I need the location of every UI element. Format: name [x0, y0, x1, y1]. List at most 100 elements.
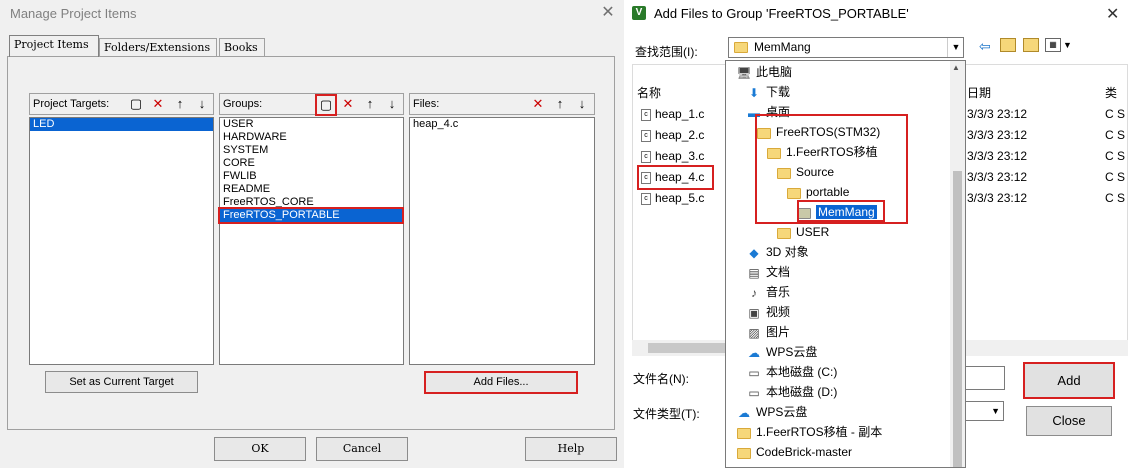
close-icon[interactable]: ✕	[598, 2, 618, 24]
add-button[interactable]: Add	[1023, 362, 1115, 399]
file-row[interactable]: c heap_1.c	[641, 107, 704, 121]
file-date: 3/3/3 23:12	[967, 128, 1028, 142]
file-type: C S	[1105, 107, 1126, 121]
tree-item-label: 文档	[766, 265, 791, 279]
new-group-icon[interactable]: ▢	[315, 94, 337, 116]
files-list[interactable]: heap_4.c	[409, 117, 595, 365]
tree-item[interactable]: ⬇ 下载	[746, 82, 790, 102]
close-icon[interactable]: ✕	[1106, 4, 1119, 24]
files-label: Files:	[413, 98, 440, 110]
project-targets-list[interactable]: LED	[29, 117, 214, 365]
look-in-combobox[interactable]: MemMang ▼	[728, 37, 964, 58]
move-up-icon[interactable]: ↑	[361, 95, 379, 113]
tree-item[interactable]: ☁ WPS云盘	[736, 402, 807, 422]
tree-item[interactable]: ☁ WPS云盘	[746, 342, 817, 362]
look-in-label: 查找范围(I):	[635, 45, 698, 59]
file-row[interactable]: c heap_3.c	[641, 149, 704, 163]
new-target-icon[interactable]: ▢	[127, 95, 145, 113]
list-item[interactable]: README	[220, 183, 403, 196]
filetype-select[interactable]: ▼	[964, 401, 1004, 421]
column-header-date[interactable]: 日期	[967, 84, 991, 101]
file-type: C S	[1105, 149, 1126, 163]
drive-icon: ▭	[748, 365, 760, 380]
drive-icon: ▭	[748, 385, 760, 400]
heap4-highlight	[637, 165, 714, 190]
column-header-name[interactable]: 名称	[637, 84, 661, 101]
tree-item[interactable]: ♪ 音乐	[746, 282, 790, 302]
tab-project-items[interactable]: Project Items	[9, 35, 99, 57]
ok-button[interactable]: OK	[214, 437, 306, 461]
move-up-icon[interactable]: ↑	[551, 95, 569, 113]
tree-item-label: CodeBrick-master	[756, 445, 853, 459]
move-down-icon[interactable]: ↓	[573, 95, 591, 113]
tree-item-label: 此电脑	[756, 65, 793, 79]
tree-item-label: WPS云盘	[756, 405, 808, 419]
3d-objects-icon: ◆	[749, 245, 759, 260]
filename-label: 文件名(N):	[633, 372, 689, 386]
scroll-up-icon[interactable]: ▲	[952, 63, 960, 72]
dialog-title: Manage Project Items	[10, 6, 137, 21]
c-file-icon: c	[641, 150, 651, 163]
tree-item-label: USER	[796, 225, 830, 239]
cancel-button[interactable]: Cancel	[316, 437, 408, 461]
tree-item-label: 本地磁盘 (D:)	[766, 385, 838, 399]
c-file-icon: c	[641, 192, 651, 205]
view-dropdown-icon[interactable]: ▼	[1063, 40, 1072, 50]
move-down-icon[interactable]: ↓	[383, 95, 401, 113]
tree-item[interactable]: CodeBrick-master	[736, 442, 852, 462]
set-as-current-target-button[interactable]: Set as Current Target	[45, 371, 198, 393]
column-header-type[interactable]: 类	[1105, 84, 1117, 101]
move-down-icon[interactable]: ↓	[193, 95, 211, 113]
back-icon[interactable]: ⇦	[979, 38, 991, 55]
delete-target-icon[interactable]: ✕	[149, 95, 167, 113]
memmang-highlight	[797, 200, 885, 222]
manage-project-items-dialog: Manage Project Items ✕ Project Items Fol…	[0, 0, 625, 468]
new-folder-icon[interactable]	[1023, 38, 1039, 52]
file-row[interactable]: c heap_5.c	[641, 191, 704, 205]
documents-icon: ▤	[748, 265, 760, 280]
list-item[interactable]: SYSTEM	[220, 144, 403, 157]
pictures-icon: ▨	[748, 325, 760, 340]
delete-file-icon[interactable]: ✕	[529, 95, 547, 113]
tree-item-label: 下载	[766, 85, 791, 99]
delete-group-icon[interactable]: ✕	[339, 95, 357, 113]
file-date: 3/3/3 23:12	[967, 149, 1028, 163]
tree-item[interactable]: ▭ 本地磁盘 (D:)	[746, 382, 837, 402]
tab-folders-extensions[interactable]: Folders/Extensions	[99, 38, 217, 56]
tree-item[interactable]: USER	[776, 222, 829, 242]
dialog-title: Add Files to Group 'FreeRTOS_PORTABLE'	[654, 6, 909, 21]
view-menu-icon[interactable]: ▦	[1045, 38, 1061, 52]
list-item[interactable]: USER	[220, 118, 403, 131]
scrollbar-thumb[interactable]	[953, 171, 962, 467]
add-files-button[interactable]: Add Files...	[424, 371, 578, 394]
file-row[interactable]: c heap_2.c	[641, 128, 704, 142]
cloud-icon: ☁	[748, 345, 760, 360]
tree-item[interactable]: ▣ 视频	[746, 302, 790, 322]
computer-icon: 🖥	[736, 65, 752, 80]
help-button[interactable]: Help	[525, 437, 617, 461]
list-item[interactable]: FWLIB	[220, 170, 403, 183]
tree-item[interactable]: ◆ 3D 对象	[746, 242, 808, 262]
tree-item[interactable]: 1.FeerRTOS移植 - 副本	[736, 422, 882, 442]
tree-item[interactable]: ▨ 图片	[746, 322, 790, 342]
up-folder-icon[interactable]	[1000, 38, 1016, 52]
folder-icon	[736, 423, 752, 443]
list-item[interactable]: LED	[30, 118, 213, 131]
list-item[interactable]: CORE	[220, 157, 403, 170]
tree-item-label: 图片	[766, 325, 791, 339]
list-item[interactable]: HARDWARE	[220, 131, 403, 144]
tab-books[interactable]: Books	[219, 38, 265, 56]
list-item[interactable]: heap_4.c	[410, 118, 594, 131]
filename-input[interactable]	[964, 366, 1005, 390]
folder-icon	[776, 223, 792, 243]
tree-item[interactable]: ▭ 本地磁盘 (C:)	[746, 362, 837, 382]
keil-app-icon: V	[632, 6, 646, 20]
chevron-down-icon[interactable]: ▼	[947, 38, 964, 57]
project-targets-label: Project Targets:	[33, 98, 110, 110]
tree-item-label: 1.FeerRTOS移植 - 副本	[756, 425, 883, 439]
move-up-icon[interactable]: ↑	[171, 95, 189, 113]
tree-item[interactable]: 🖥 此电脑	[736, 62, 792, 82]
groups-list[interactable]: USER HARDWARE SYSTEM CORE FWLIB README F…	[219, 117, 404, 365]
tree-item[interactable]: ▤ 文档	[746, 262, 790, 282]
close-button[interactable]: Close	[1026, 406, 1112, 436]
